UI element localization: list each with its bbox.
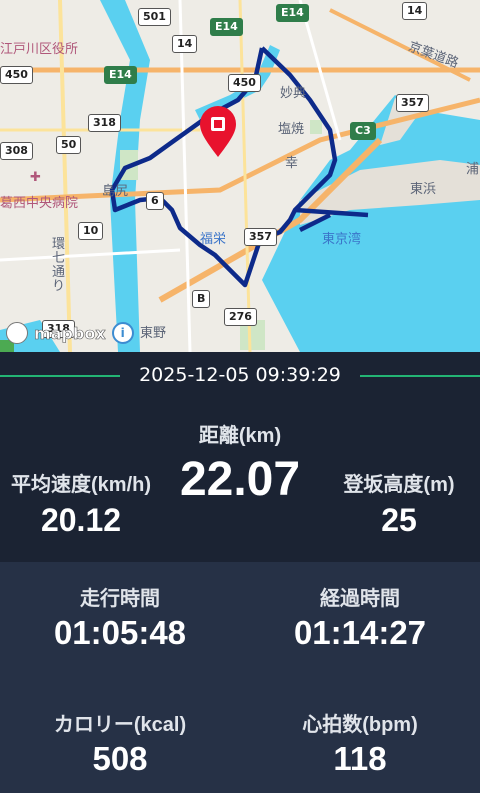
road-shield: 6	[146, 192, 164, 210]
map-label-ward-office: 江戸川区役所	[0, 42, 79, 57]
map-label-saiwai: 幸	[285, 156, 299, 171]
moving-time-label: 走行時間	[80, 588, 160, 610]
mapbox-logo-icon	[6, 322, 28, 344]
map-label-fukuei: 福栄	[200, 232, 227, 247]
map-label-higashino: 東野	[140, 326, 167, 341]
map-label-shinohara: 島尻	[102, 184, 129, 199]
road-shield: 10	[78, 222, 104, 240]
route-map[interactable]: 江戸川区役所 京葉道路 妙典 塩焼 幸 島尻 福栄 東京湾 東浜 ✚ 葛西中央病…	[0, 0, 480, 352]
road-shield: 357	[244, 228, 277, 246]
road-shield: E14	[104, 66, 137, 84]
road-shield: 450	[0, 66, 33, 84]
map-label-higashihama: 東浜	[410, 182, 437, 197]
map-label-hospital-icon: ✚	[30, 170, 41, 185]
road-shield: 276	[224, 308, 257, 326]
map-label-tokyo-bay: 東京湾	[322, 232, 362, 247]
elevation-value: 25	[381, 502, 417, 538]
road-shield: 308	[0, 142, 33, 160]
calories-value: 508	[92, 740, 148, 777]
elapsed-time-label: 経過時間	[320, 588, 400, 610]
mapbox-wordmark: mapbox	[34, 323, 106, 343]
map-label-kan7: 環七通り	[52, 237, 66, 294]
avg-speed-value: 20.12	[40, 502, 122, 538]
road-shield: 50	[56, 136, 82, 154]
avg-speed-label: 平均速度(km/h)	[11, 474, 151, 496]
map-info-icon[interactable]: i	[111, 322, 134, 344]
activity-datetime: 2025-12-05 09:39:29	[139, 364, 341, 386]
road-shield: E14	[210, 18, 243, 36]
heart-rate-value: 118	[333, 740, 387, 777]
distance-value: 22.07	[179, 453, 301, 506]
map-label-myoden: 妙典	[280, 86, 307, 101]
date-bar: 2025-12-05 09:39:29	[0, 352, 480, 400]
map-label-shioyaki: 塩焼	[278, 122, 305, 137]
road-shield: 450	[228, 74, 261, 92]
calories-label: カロリー(kcal)	[53, 714, 187, 736]
map-attribution: mapbox i	[6, 322, 134, 344]
road-shield: 501	[138, 8, 171, 26]
secondary-stats: 走行時間 01:05:48 経過時間 01:14:27 カロリー(kcal) 5…	[0, 562, 480, 793]
map-label-ura: 浦	[466, 162, 480, 177]
distance-label: 距離(km)	[198, 425, 282, 447]
activity-stats: 2025-12-05 09:39:29 距離(km) 22.07 平均速度(km…	[0, 352, 480, 793]
road-shield: C3	[350, 122, 376, 140]
map-label-hospital: 葛西中央病院	[0, 196, 79, 211]
heart-rate-label: 心拍数(bpm)	[302, 714, 418, 736]
road-shield: 318	[88, 114, 121, 132]
main-stats: 距離(km) 22.07 平均速度(km/h) 20.12 登坂高度(m) 25	[0, 400, 480, 562]
road-shield: 357	[396, 94, 429, 112]
elevation-label: 登坂高度(m)	[343, 474, 455, 496]
road-shield: B	[192, 290, 211, 308]
elapsed-time-value: 01:14:27	[293, 614, 427, 651]
road-shield: 14	[172, 35, 198, 53]
road-shield: E14	[276, 4, 309, 22]
road-shield: 14	[402, 2, 428, 20]
moving-time-value: 01:05:48	[53, 614, 187, 651]
